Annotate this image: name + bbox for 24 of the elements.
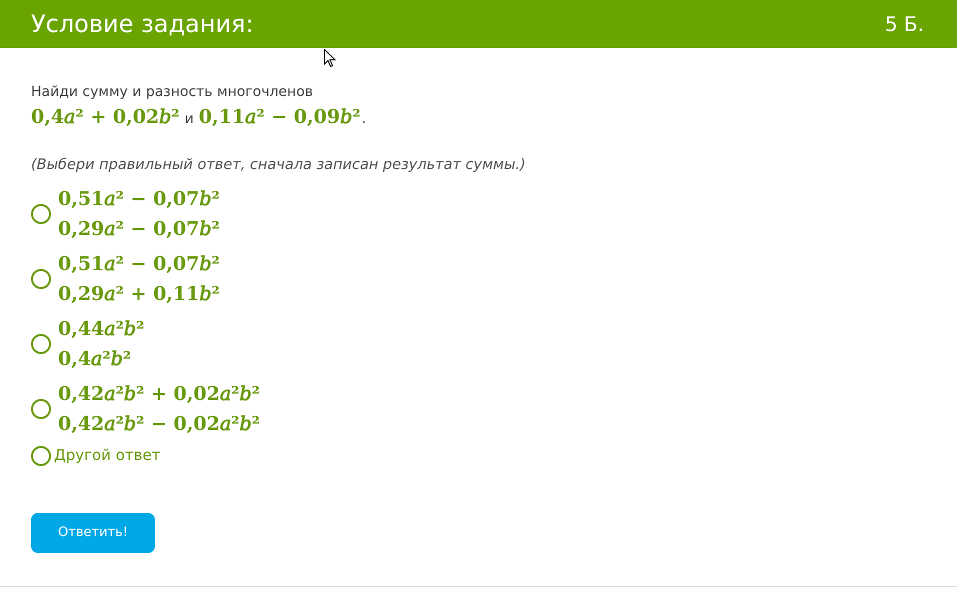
conjunction-text: и (184, 110, 194, 129)
answer-formula: 0,51𝑎² − 0,07𝑏² (58, 252, 220, 278)
answer-formula: 0,29𝑎² + 0,11𝑏² (58, 282, 220, 308)
answer-formula: 0,4𝑎²𝑏² (58, 347, 132, 372)
task-heading: Условие задания: (31, 9, 254, 40)
answer-formula: 0,51𝑎² − 0,07𝑏² (58, 187, 220, 212)
submit-button[interactable]: Ответить! (31, 512, 155, 553)
polynomial: 0,4𝑎² + 0,02𝑏² (31, 105, 180, 130)
answer-formula: 0,42𝑎²𝑏² + 0,02𝑎²𝑏² (58, 382, 260, 408)
period-text: . (362, 110, 366, 129)
polynomial: 0,11𝑎² − 0,09𝑏² (198, 105, 361, 130)
answer-label: Другой ответ (54, 445, 160, 466)
points-label: 5 Б. (884, 11, 924, 38)
answer-formula: 0,42𝑎²𝑏² − 0,02𝑎²𝑏² (58, 412, 260, 438)
radio-button[interactable] (31, 334, 51, 354)
radio-button[interactable] (31, 269, 51, 290)
answer-formula: 0,44𝑎²𝑏² (58, 317, 144, 342)
answer-formula: 0,29𝑎² − 0,07𝑏² (58, 217, 220, 242)
radio-button[interactable] (31, 399, 51, 420)
question-text: Найди сумму и разность многочленов (31, 83, 314, 102)
radio-button[interactable] (31, 204, 51, 224)
radio-button[interactable] (31, 446, 51, 466)
hint-text: (Выбери правильный ответ, сначала записан результат суммы.) (31, 156, 527, 174)
cursor-icon (324, 49, 336, 68)
